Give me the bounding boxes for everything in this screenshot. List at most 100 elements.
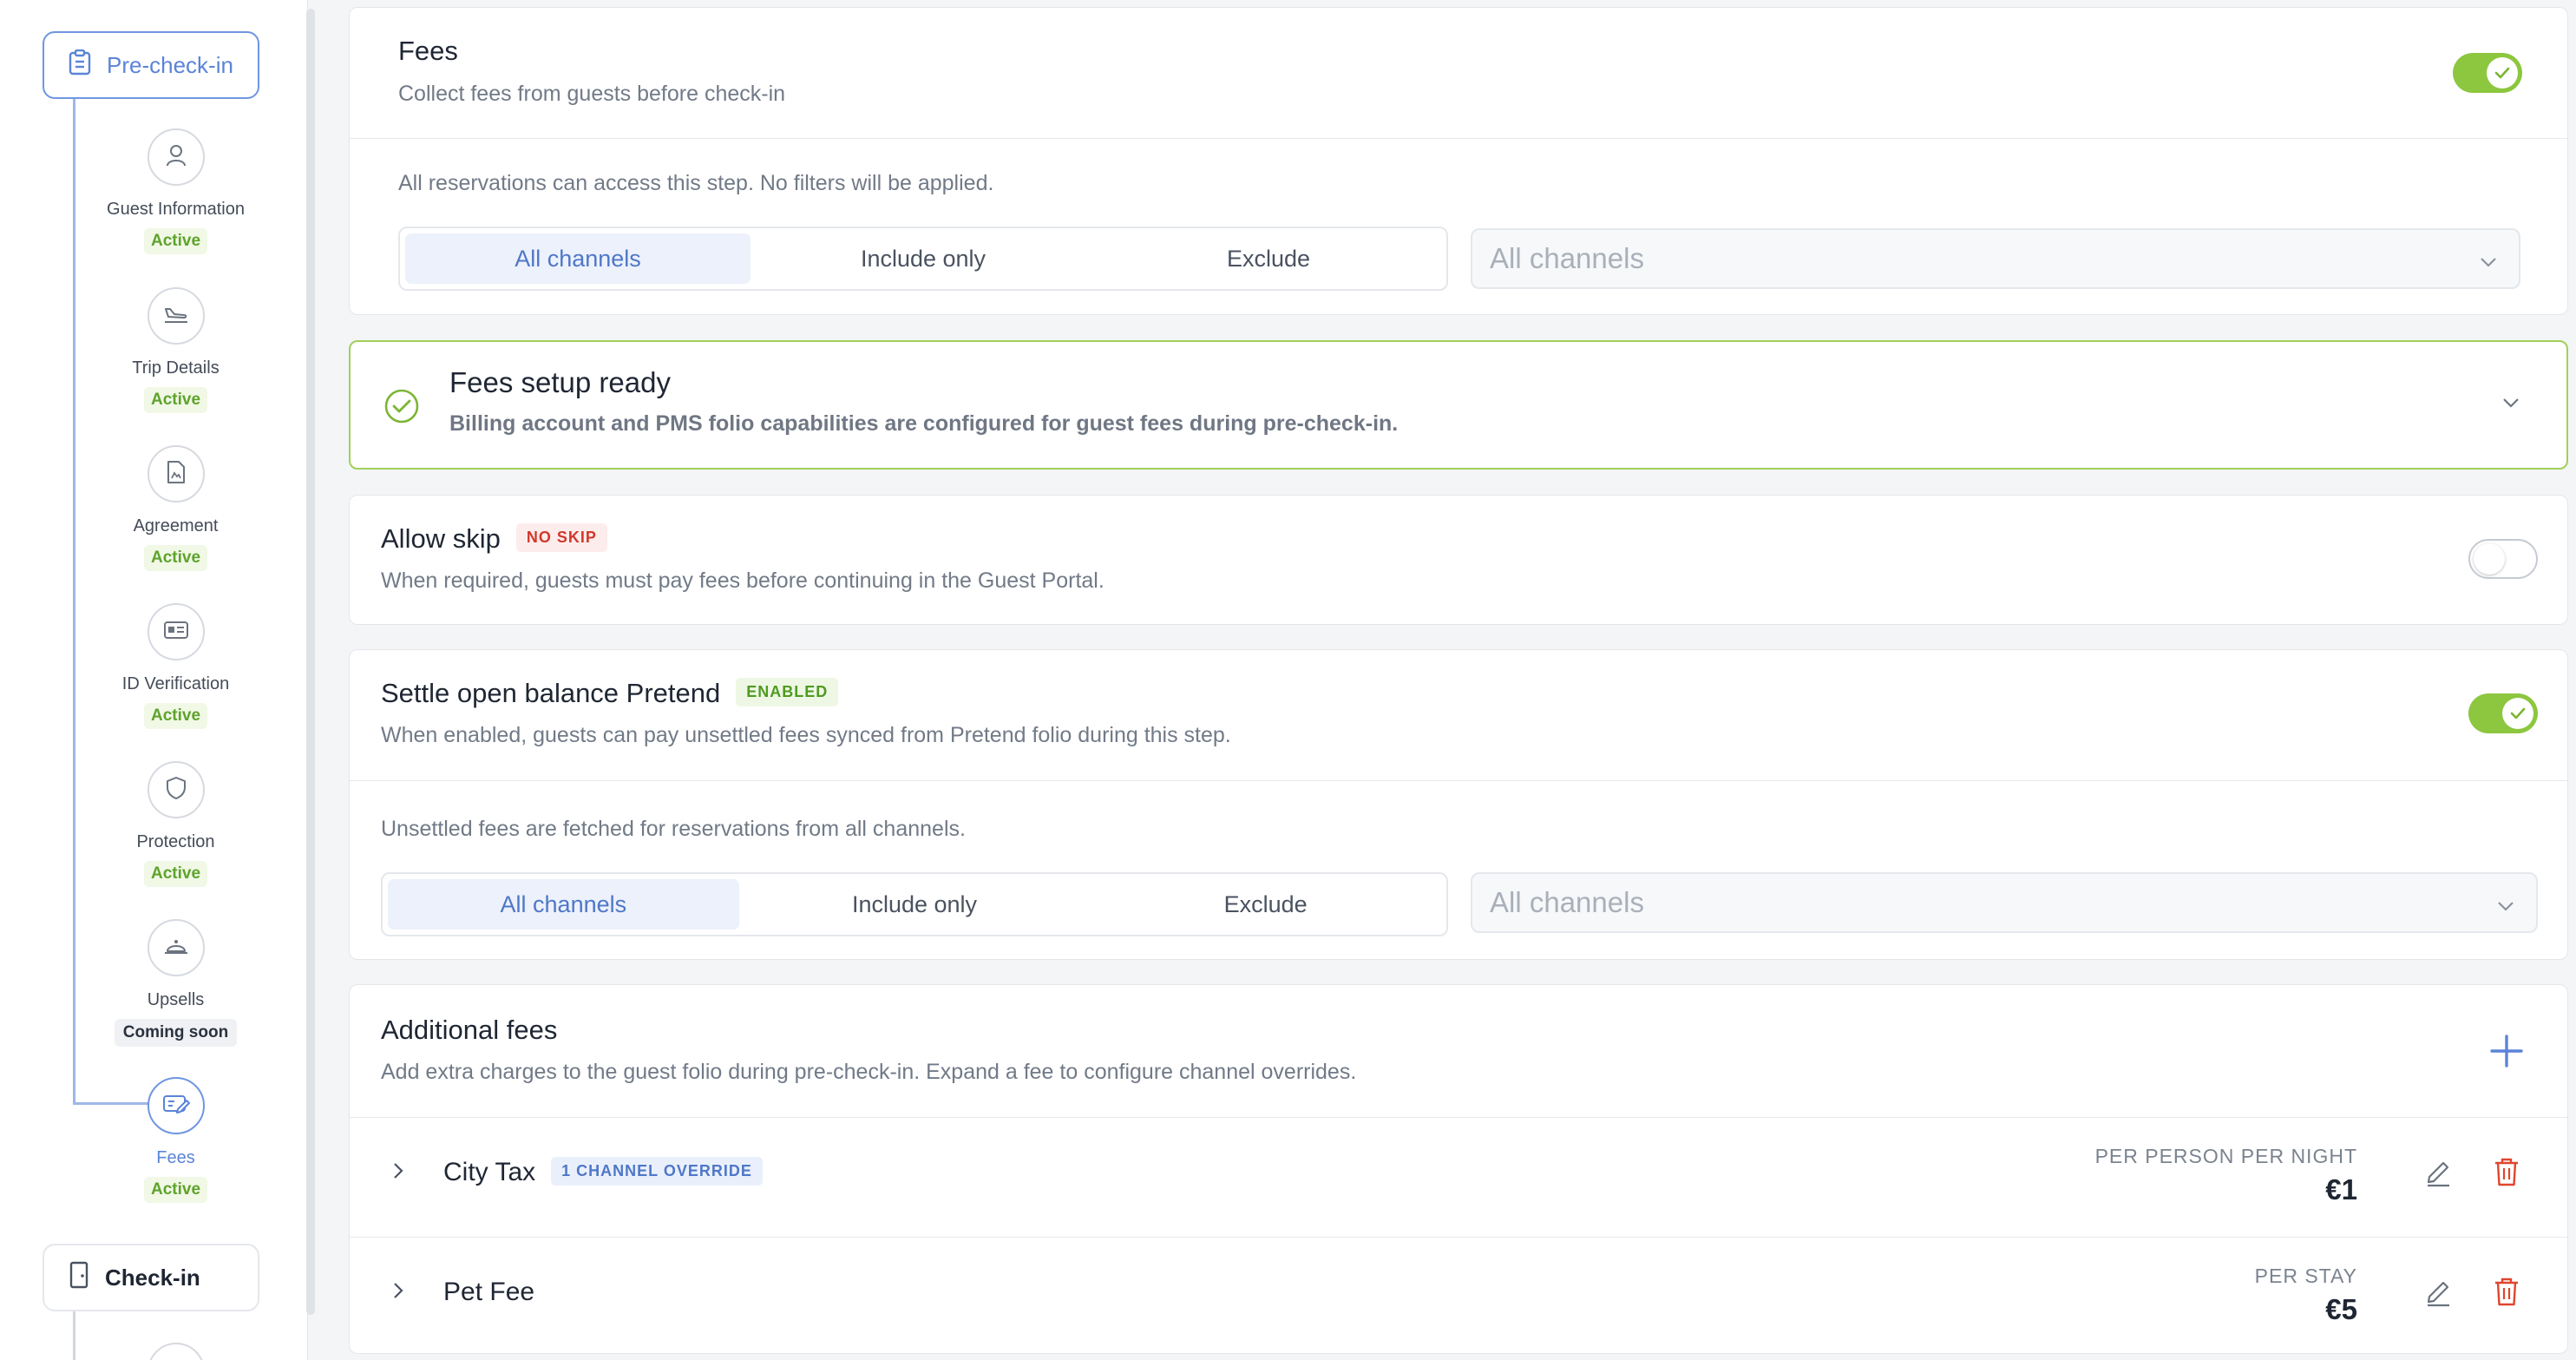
allow-skip-card: Allow skip NO SKIP When required, guests … — [349, 495, 2568, 625]
fee-unit: PER PERSON PER NIGHT — [2094, 1145, 2357, 1167]
fee-amount: €1 — [2325, 1173, 2357, 1206]
additional-fees-subtitle: Add extra charges to the guest folio dur… — [381, 1060, 1357, 1084]
additional-fees-title: Additional fees — [381, 1015, 558, 1045]
checkin-group-button[interactable]: Check-in — [43, 1244, 259, 1311]
trash-icon[interactable] — [2493, 1156, 2520, 1192]
chevron-down-icon — [2494, 891, 2517, 924]
fee-row-pet-fee: Pet Fee PER STAY €5 — [350, 1238, 2567, 1357]
edit-pencil-icon[interactable] — [2423, 1156, 2453, 1192]
sidebar-connector-line — [73, 97, 75, 1104]
receipt-icon — [162, 1094, 190, 1119]
step-icon-circle — [147, 1077, 205, 1134]
divider — [350, 138, 2567, 139]
additional-fees-card: Additional fees Add extra charges to the… — [349, 984, 2568, 1354]
edit-pencil-icon[interactable] — [2423, 1276, 2453, 1311]
settle-balance-card: Settle open balance Pretend ENABLED When … — [349, 649, 2568, 960]
setup-title: Fees setup ready — [449, 366, 671, 398]
clipboard-icon — [69, 49, 91, 82]
fees-subtitle: Collect fees from guests before check-in — [398, 82, 786, 106]
check-icon — [2487, 57, 2518, 89]
segment-exclude[interactable]: Exclude — [1096, 233, 1441, 284]
trash-icon[interactable] — [2493, 1276, 2520, 1311]
fees-card: Fees Collect fees from guests before che… — [349, 7, 2568, 315]
add-fee-icon[interactable] — [2489, 1034, 2524, 1073]
step-guest-information[interactable]: Guest Information Active — [87, 128, 265, 254]
fee-row-city-tax: City Tax 1 CHANNEL OVERRIDE PER PERSON PE… — [350, 1118, 2567, 1237]
settle-note: Unsettled fees are fetched for reservati… — [381, 817, 966, 841]
segment-include-only[interactable]: Include only — [739, 879, 1091, 930]
fee-name: Pet Fee — [443, 1278, 535, 1306]
step-icon-circle — [147, 128, 205, 186]
no-skip-badge: NO SKIP — [515, 523, 607, 553]
fees-setup-card[interactable]: Fees setup ready Billing account and PMS… — [349, 340, 2568, 470]
precheckin-group-label: Pre-check-in — [107, 51, 233, 78]
fee-unit: PER STAY — [2254, 1265, 2357, 1287]
step-name: Fees — [156, 1148, 195, 1167]
precheckin-group-button[interactable]: Pre-check-in — [43, 31, 259, 99]
status-badge: Active — [143, 703, 208, 729]
chevron-down-icon — [2477, 247, 2500, 280]
step-name: Upsells — [147, 990, 205, 1009]
step-icon-circle — [147, 1343, 205, 1360]
status-badge: Active — [143, 228, 208, 254]
allow-skip-subtitle: When required, guests must pay fees befo… — [381, 568, 1104, 593]
fees-channels-dropdown[interactable]: All channels — [1471, 228, 2520, 289]
check-icon — [2502, 698, 2533, 729]
allow-skip-title-row: Allow skip NO SKIP — [381, 523, 607, 555]
allow-skip-toggle[interactable] — [2468, 539, 2538, 579]
fee-name-row: City Tax 1 CHANNEL OVERRIDE — [443, 1156, 763, 1188]
step-icon-circle — [147, 445, 205, 503]
chevron-down-icon[interactable] — [2499, 391, 2523, 419]
segment-all-channels[interactable]: All channels — [388, 879, 739, 930]
settle-channels-dropdown[interactable]: All channels — [1471, 872, 2538, 933]
segment-exclude[interactable]: Exclude — [1090, 879, 1441, 930]
step-name: Guest Information — [107, 200, 245, 219]
segment-include-only[interactable]: Include only — [751, 233, 1096, 284]
steps-sidebar: Pre-check-in Guest Information Active Tr… — [0, 0, 308, 1360]
sidebar-connector-line — [73, 1311, 75, 1360]
step-fees[interactable]: Fees Active — [87, 1077, 265, 1203]
fees-title: Fees — [398, 36, 458, 66]
fee-amount: €5 — [2325, 1293, 2357, 1325]
toggle-knob — [2474, 543, 2505, 575]
setup-subtitle: Billing account and PMS folio capabiliti… — [449, 411, 1399, 436]
fees-channel-segmented-control: All channels Include only Exclude — [398, 227, 1448, 291]
step-name: Trip Details — [132, 358, 220, 378]
settle-title: Settle open balance Pretend — [381, 678, 721, 708]
step-name: Agreement — [133, 516, 219, 535]
settle-toggle[interactable] — [2468, 693, 2538, 733]
dropdown-placeholder: All channels — [1490, 886, 1644, 918]
channel-override-badge: 1 CHANNEL OVERRIDE — [551, 1156, 763, 1186]
step-icon-circle — [147, 603, 205, 660]
fees-toggle[interactable] — [2453, 53, 2522, 93]
segment-all-channels[interactable]: All channels — [405, 233, 751, 284]
step-protection[interactable]: Protection Active — [87, 761, 265, 887]
chevron-right-icon[interactable] — [388, 1160, 409, 1186]
divider — [350, 780, 2567, 781]
step-name: ID Verification — [121, 674, 230, 693]
check-circle-icon — [383, 388, 420, 429]
document-icon — [167, 460, 186, 489]
person-icon — [165, 144, 187, 171]
door-icon — [69, 1261, 89, 1295]
step-upsells[interactable]: Upsells Coming soon — [87, 919, 265, 1047]
id-card-icon — [163, 620, 189, 645]
shield-icon — [166, 776, 187, 805]
settle-channel-segmented-control: All channels Include only Exclude — [381, 872, 1448, 936]
chevron-right-icon[interactable] — [388, 1279, 409, 1306]
step-id-verification[interactable]: ID Verification Active — [87, 603, 265, 729]
plane-landing-icon — [163, 304, 189, 329]
sidebar-scrollbar[interactable] — [306, 9, 315, 1315]
checkin-group-label: Check-in — [105, 1264, 200, 1291]
status-badge: Active — [143, 861, 208, 887]
step-icon-circle — [147, 287, 205, 345]
bell-icon — [163, 936, 189, 961]
fees-filter-note: All reservations can access this step. N… — [398, 171, 994, 195]
settle-title-row: Settle open balance Pretend ENABLED — [381, 678, 839, 709]
fee-name: City Tax — [443, 1158, 536, 1186]
status-badge: Active — [143, 1177, 208, 1203]
dropdown-placeholder: All channels — [1490, 242, 1644, 274]
step-agreement[interactable]: Agreement Active — [87, 445, 265, 571]
status-badge: Active — [143, 545, 208, 571]
step-trip-details[interactable]: Trip Details Active — [87, 287, 265, 413]
